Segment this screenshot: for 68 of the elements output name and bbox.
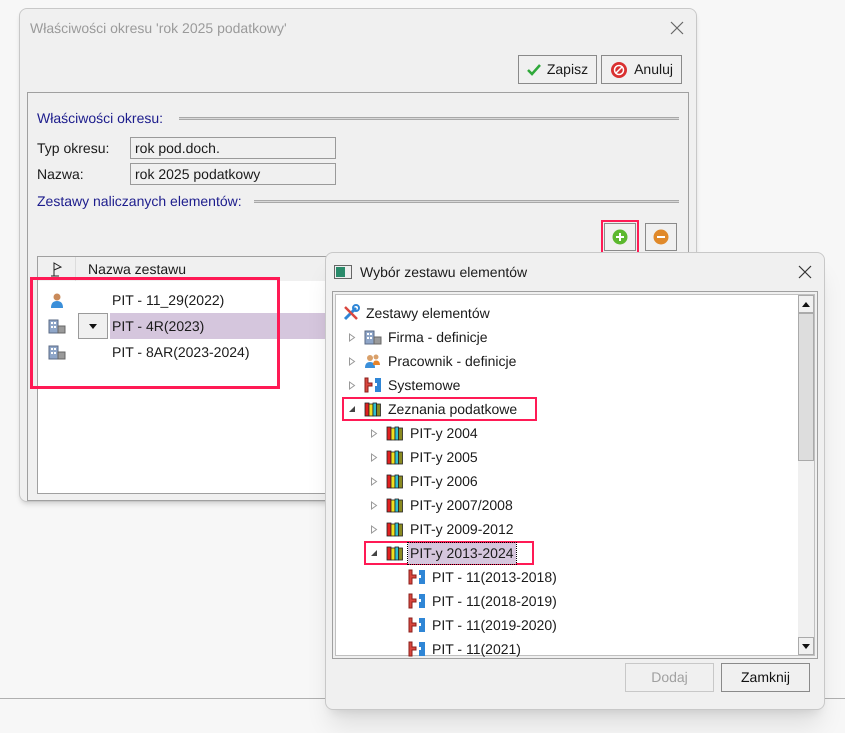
building-icon (364, 329, 382, 345)
books-icon (386, 425, 404, 441)
window-icon (334, 265, 352, 279)
expanded-arrow-icon[interactable] (370, 548, 378, 558)
window-title: Właściwości okresu 'rok 2025 podatkowy' (30, 18, 287, 38)
collapsed-arrow-icon[interactable] (348, 356, 356, 366)
collapsed-arrow-icon[interactable] (348, 380, 356, 390)
building-icon (48, 318, 66, 334)
collapsed-arrow-icon[interactable] (370, 500, 378, 510)
person-icon (49, 292, 65, 308)
tree-item[interactable]: PIT - 11(2021) (430, 638, 523, 660)
tree-item[interactable]: Zestawy elementów (364, 302, 492, 324)
forbidden-icon (610, 60, 628, 78)
column-header[interactable]: Nazwa zestawu (76, 258, 186, 280)
window-title: Wybór zestawu elementów (360, 262, 528, 282)
tree-item[interactable]: PIT - 11(2019-2020) (430, 614, 559, 636)
tree-item[interactable]: PIT-y 2004 (408, 422, 480, 444)
scroll-up-icon[interactable] (802, 302, 810, 306)
minus-icon (653, 229, 669, 245)
tree-item[interactable]: Pracownik - definicje (386, 350, 518, 372)
text-field[interactable]: rok 2025 podatkowy (130, 163, 336, 185)
books-icon (386, 545, 404, 561)
system-icon (408, 617, 426, 633)
tree-item[interactable]: PIT-y 2006 (408, 470, 480, 492)
dialog-button[interactable]: Zamknij (721, 663, 810, 692)
dropdown-button[interactable] (78, 313, 108, 339)
scroll-down-icon[interactable] (802, 644, 810, 648)
close-icon[interactable] (798, 265, 812, 279)
tree-item[interactable]: PIT-y 2009-2012 (408, 518, 516, 540)
building-icon (48, 344, 66, 360)
collapsed-arrow-icon[interactable] (370, 452, 378, 462)
system-icon (364, 377, 382, 393)
tree-item[interactable]: PIT-y 2007/2008 (408, 494, 515, 516)
flag-icon (50, 261, 64, 277)
save-button[interactable]: Zapisz (518, 55, 598, 84)
books-icon (386, 473, 404, 489)
books-icon (364, 401, 382, 417)
text-field[interactable]: rok pod.doch. (130, 137, 336, 159)
cancel-button[interactable]: Anuluj (601, 55, 682, 84)
tree-item[interactable]: PIT-y 2013-2024 (408, 542, 516, 564)
books-icon (386, 521, 404, 537)
close-icon[interactable] (670, 21, 684, 35)
collapsed-arrow-icon[interactable] (348, 332, 356, 342)
expanded-arrow-icon[interactable] (348, 404, 356, 414)
system-icon (408, 593, 426, 609)
collapsed-arrow-icon[interactable] (370, 428, 378, 438)
tree-item[interactable]: Zeznania podatkowe (386, 398, 520, 420)
plus-icon (612, 229, 628, 245)
section-heading: Zestawy naliczanych elementów: (37, 192, 242, 211)
people-icon (364, 353, 382, 369)
books-icon (386, 497, 404, 513)
tools-icon (342, 304, 360, 322)
tree-item[interactable]: PIT-y 2005 (408, 446, 480, 468)
tree-item[interactable]: PIT - 11(2018-2019) (430, 590, 559, 612)
section-heading: Właściwości okresu: (37, 109, 164, 128)
scrollbar[interactable] (798, 295, 814, 655)
collapsed-arrow-icon[interactable] (370, 476, 378, 486)
tree-item[interactable]: Firma - definicje (386, 326, 490, 348)
field-label: Typ okresu: (37, 138, 110, 158)
system-icon (408, 569, 426, 585)
tree-item[interactable]: PIT - 11(2013-2018) (430, 566, 559, 588)
field-label: Nazwa: (37, 164, 85, 184)
check-icon (526, 64, 541, 76)
collapsed-arrow-icon[interactable] (370, 524, 378, 534)
books-icon (386, 449, 404, 465)
remove-button[interactable] (645, 223, 677, 251)
caret-icon (89, 324, 97, 328)
tree-item[interactable]: Systemowe (386, 374, 462, 396)
